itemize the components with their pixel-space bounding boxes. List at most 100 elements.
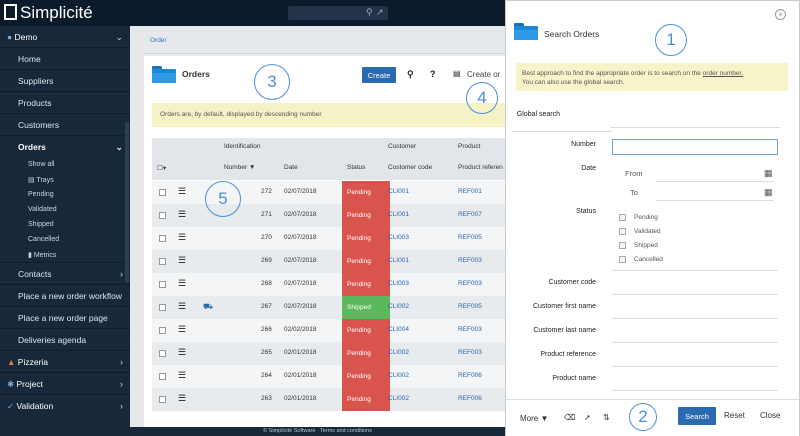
row-checkbox[interactable]	[159, 350, 166, 357]
sidebar-scrollbar[interactable]	[125, 122, 129, 282]
product-link[interactable]: REF006	[458, 372, 482, 379]
sidebar-item-suppliers[interactable]: Suppliers	[0, 70, 130, 92]
sidebar-sub-validated[interactable]: Validated	[0, 202, 130, 217]
table-row[interactable]: ☰ 265 02/01/2018 Pending CLI002 REF003	[152, 342, 505, 365]
search-icon[interactable]: ⚲	[366, 7, 373, 18]
table-row[interactable]: ☰ 271 02/07/2018 Pending CLI001 REF007	[152, 204, 505, 227]
customer-link[interactable]: CLI004	[388, 326, 409, 333]
calendar-icon[interactable]: ▦	[764, 187, 773, 198]
row-menu-icon[interactable]: ☰	[178, 186, 186, 197]
customer-code-input[interactable]	[612, 294, 778, 295]
number-input[interactable]	[612, 139, 778, 155]
date-to-input[interactable]	[656, 200, 774, 201]
row-menu-icon[interactable]: ☰	[178, 370, 186, 381]
product-link[interactable]: REF007	[458, 211, 482, 218]
customer-link[interactable]: CLI001	[388, 211, 409, 218]
row-checkbox[interactable]	[159, 373, 166, 380]
status-pending-checkbox[interactable]	[619, 214, 626, 221]
date-from-input[interactable]	[656, 181, 774, 182]
product-name-input[interactable]	[612, 390, 778, 391]
eraser-icon[interactable]: ⌫	[564, 413, 575, 422]
header-customer-code[interactable]: Customer code	[388, 164, 432, 171]
header-number[interactable]: Number ▼	[224, 164, 255, 171]
row-checkbox[interactable]	[159, 189, 166, 196]
customer-link[interactable]: CLI002	[388, 349, 409, 356]
select-all-checkbox[interactable]: ☐▾	[157, 164, 166, 172]
sidebar-item-deliveries-agenda[interactable]: Deliveries agenda	[0, 329, 130, 351]
row-checkbox[interactable]	[159, 304, 166, 311]
row-checkbox[interactable]	[159, 396, 166, 403]
customer-link[interactable]: CLI003	[388, 280, 409, 287]
status-validated-checkbox[interactable]	[619, 228, 626, 235]
customer-first-name-input[interactable]	[612, 318, 778, 319]
table-row[interactable]: ☰ 268 02/07/2018 Pending CLI003 REF003	[152, 273, 505, 296]
table-row[interactable]: ☰ 270 02/07/2018 Pending CLI003 REF005	[152, 227, 505, 250]
customer-link[interactable]: CLI002	[388, 303, 409, 310]
sidebar-item-customers[interactable]: Customers	[0, 114, 130, 136]
sidebar-sub-pending[interactable]: Pending	[0, 187, 130, 202]
header-status[interactable]: Status	[347, 164, 365, 171]
search-button[interactable]: Search	[678, 407, 716, 425]
external-link-icon[interactable]: ↗	[376, 7, 384, 18]
table-row[interactable]: ☰ ⛟ 267 02/07/2018 Shipped CLI002 REF005	[152, 296, 505, 319]
terms-link[interactable]: Terms and conditions	[320, 428, 372, 434]
sidebar-group-validation[interactable]: ✓ Validation ›	[0, 395, 130, 417]
sidebar-item-products[interactable]: Products	[0, 92, 130, 114]
customer-link[interactable]: CLI003	[388, 234, 409, 241]
sidebar-item-order-page[interactable]: Place a new order page	[0, 307, 130, 329]
product-link[interactable]: REF005	[458, 234, 482, 241]
help-icon[interactable]: ?	[430, 69, 436, 79]
table-row[interactable]: ☰ 269 02/07/2018 Pending CLI001 REF003	[152, 250, 505, 273]
row-menu-icon[interactable]: ☰	[178, 232, 186, 243]
product-reference-input[interactable]	[612, 366, 778, 367]
product-link[interactable]: REF006	[458, 395, 482, 402]
order-number-link[interactable]: order number.	[703, 70, 743, 77]
calendar-icon[interactable]: ▦	[764, 168, 773, 179]
logo[interactable]: Simplicité	[4, 3, 93, 23]
reset-button[interactable]: Reset	[724, 411, 745, 420]
product-link[interactable]: REF003	[458, 257, 482, 264]
sidebar-item-home[interactable]: Home	[0, 48, 130, 70]
sidebar-sub-cancelled[interactable]: Cancelled	[0, 232, 130, 247]
sort-icon[interactable]: ⇅	[603, 413, 610, 422]
create-other-button[interactable]: Create or	[467, 70, 500, 79]
create-button[interactable]: Create	[362, 67, 396, 83]
row-menu-icon[interactable]: ☰	[178, 393, 186, 404]
search-icon[interactable]: ⚲	[407, 69, 414, 80]
table-row[interactable]: ☰ 263 02/01/2018 Pending CLI002 REF006	[152, 388, 505, 411]
product-link[interactable]: REF005	[458, 303, 482, 310]
row-menu-icon[interactable]: ☰	[178, 347, 186, 358]
row-checkbox[interactable]	[159, 212, 166, 219]
sidebar-item-contacts[interactable]: Contacts ›	[0, 263, 130, 285]
product-link[interactable]: REF003	[458, 349, 482, 356]
customer-link[interactable]: CLI002	[388, 372, 409, 379]
global-search-input[interactable]: ⚲ ↗	[288, 6, 388, 20]
row-checkbox[interactable]	[159, 281, 166, 288]
row-menu-icon[interactable]: ☰	[178, 255, 186, 266]
row-menu-icon[interactable]: ☰	[178, 301, 186, 312]
sidebar-sub-shipped[interactable]: Shipped	[0, 217, 130, 232]
sidebar-sub-show-all[interactable]: Show all	[0, 157, 130, 172]
sidebar-group-demo[interactable]: ● Demo ⌄	[0, 26, 130, 48]
row-menu-icon[interactable]: ☰	[178, 324, 186, 335]
pin-icon[interactable]: ➚	[584, 413, 591, 422]
status-shipped-checkbox[interactable]	[619, 242, 626, 249]
row-checkbox[interactable]	[159, 235, 166, 242]
customer-link[interactable]: CLI001	[388, 257, 409, 264]
close-button[interactable]: Close	[760, 411, 780, 420]
header-date[interactable]: Date	[284, 164, 298, 171]
product-link[interactable]: REF003	[458, 280, 482, 287]
sidebar-group-pizzeria[interactable]: ▲ Pizzeria ›	[0, 351, 130, 373]
sidebar-sub-metrics[interactable]: ▮ Metrics	[0, 247, 130, 262]
customer-link[interactable]: CLI002	[388, 395, 409, 402]
sidebar-item-order-workflow[interactable]: Place a new order workflow	[0, 285, 130, 307]
table-row[interactable]: ☰ 266 02/02/2018 Pending CLI004 REF003	[152, 319, 505, 342]
table-row[interactable]: ☰ 264 02/01/2018 Pending CLI002 REF006	[152, 365, 505, 388]
product-link[interactable]: REF001	[458, 188, 482, 195]
breadcrumb[interactable]: Order	[150, 37, 167, 44]
status-cancelled-checkbox[interactable]	[619, 256, 626, 263]
sidebar-group-project[interactable]: ✱ Project ›	[0, 373, 130, 395]
more-menu[interactable]: More ▼	[520, 414, 548, 423]
customer-link[interactable]: CLI001	[388, 188, 409, 195]
row-menu-icon[interactable]: ☰	[178, 278, 186, 289]
